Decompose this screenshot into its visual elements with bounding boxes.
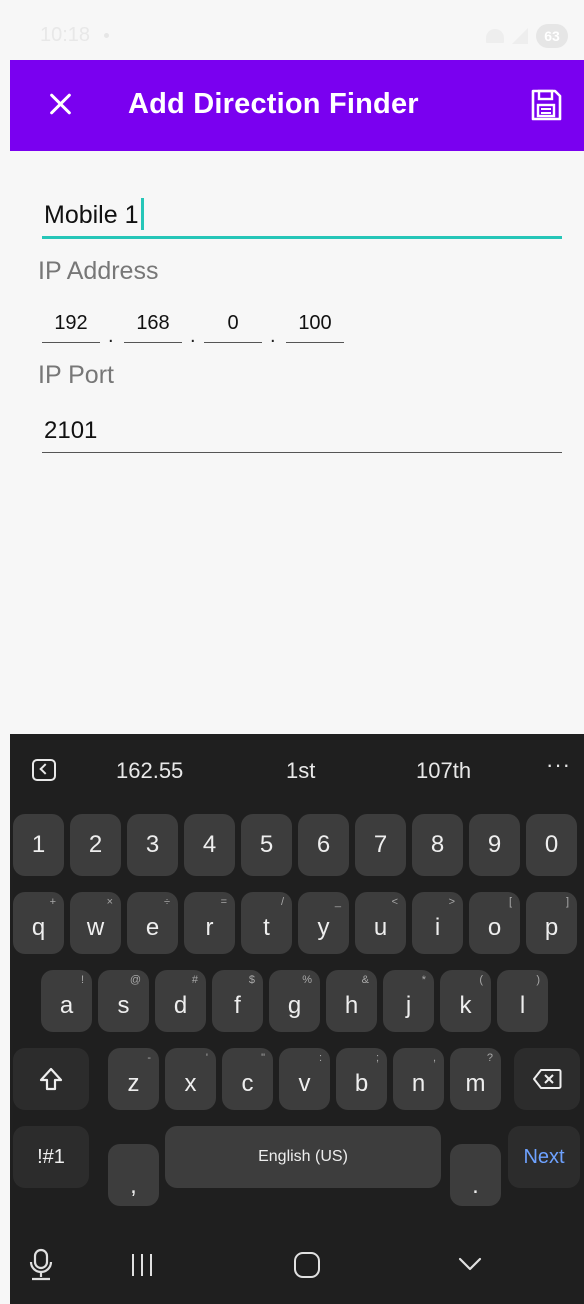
key-k[interactable]: (k <box>440 970 491 1032</box>
ip-separator: . <box>190 325 196 347</box>
key-q[interactable]: + q <box>13 892 64 954</box>
backspace-key[interactable] <box>514 1048 580 1110</box>
ip-octet-4[interactable]: 100 <box>286 309 344 343</box>
key-t[interactable]: / t <box>241 892 292 954</box>
text-cursor <box>140 198 144 231</box>
key-0[interactable]: 0 <box>526 814 577 876</box>
collapse-keyboard-icon[interactable] <box>32 759 56 781</box>
key-w[interactable]: × w <box>70 892 121 954</box>
key-z[interactable]: -z <box>108 1048 159 1110</box>
notification-dot-icon <box>104 33 109 38</box>
key-j[interactable]: * j <box>383 970 434 1032</box>
ip-separator: . <box>270 325 276 347</box>
key-6[interactable]: 6 <box>298 814 349 876</box>
key-s[interactable]: @ s <box>98 970 149 1032</box>
signal-icon <box>512 28 528 44</box>
wifi-icon <box>486 29 504 43</box>
ip-port-field[interactable]: 2101 <box>42 411 562 453</box>
key-7[interactable]: 7 <box>355 814 406 876</box>
space-key[interactable]: English (US) <box>165 1126 441 1188</box>
comma-key[interactable]: , <box>108 1144 159 1206</box>
home-icon[interactable] <box>294 1252 320 1278</box>
ip-address-label: IP Address <box>38 257 159 285</box>
key-y[interactable]: _ y <box>298 892 349 954</box>
app-bar: Add Direction Finder <box>10 60 584 151</box>
symbols-key[interactable]: !#1 <box>13 1126 89 1188</box>
key-m[interactable]: ? m <box>450 1048 501 1110</box>
key-g[interactable]: % g <box>269 970 320 1032</box>
period-key[interactable]: . <box>450 1144 501 1206</box>
key-n[interactable]: ,n <box>393 1048 444 1110</box>
name-field[interactable]: Mobile 1 <box>42 191 562 239</box>
save-icon[interactable] <box>529 88 563 122</box>
navigation-bar <box>10 1230 584 1304</box>
page-title: Add Direction Finder <box>128 88 419 120</box>
ip-octet-3[interactable]: 0 <box>204 309 262 343</box>
key-h[interactable]: & h <box>326 970 377 1032</box>
microphone-icon[interactable] <box>26 1248 56 1282</box>
key-r[interactable]: = r <box>184 892 235 954</box>
key-f[interactable]: $ f <box>212 970 263 1032</box>
key-c[interactable]: " c <box>222 1048 273 1110</box>
key-3[interactable]: 3 <box>127 814 178 876</box>
key-4[interactable]: 4 <box>184 814 235 876</box>
status-time: 10:18 <box>40 24 91 46</box>
suggestion-bar: 162.55 1st 107th ··· <box>10 734 584 806</box>
next-key[interactable]: Next <box>508 1126 580 1188</box>
shift-icon <box>39 1067 63 1091</box>
key-8[interactable]: 8 <box>412 814 463 876</box>
suggestion-item[interactable]: 1st <box>286 758 315 784</box>
status-icons: 63 <box>486 24 568 48</box>
name-field-value: Mobile 1 <box>44 198 144 231</box>
ip-octet-1[interactable]: 192 <box>42 309 100 343</box>
key-v[interactable]: :v <box>279 1048 330 1110</box>
ip-octet-2[interactable]: 168 <box>124 309 182 343</box>
ip-port-label: IP Port <box>38 361 114 389</box>
more-options-icon[interactable]: ··· <box>546 752 571 778</box>
status-bar: 10:18 63 <box>0 0 584 60</box>
key-9[interactable]: 9 <box>469 814 520 876</box>
key-b[interactable]: ; b <box>336 1048 387 1110</box>
keyboard: 162.55 1st 107th ··· 1 2 3 4 5 6 7 8 9 0… <box>10 734 584 1304</box>
suggestion-item[interactable]: 107th <box>416 758 471 784</box>
shift-key[interactable] <box>13 1048 89 1110</box>
key-p[interactable]: ] p <box>526 892 577 954</box>
key-5[interactable]: 5 <box>241 814 292 876</box>
battery-icon: 63 <box>536 24 568 48</box>
ip-port-value: 2101 <box>44 417 98 444</box>
key-x[interactable]: ' x <box>165 1048 216 1110</box>
key-e[interactable]: ÷ e <box>127 892 178 954</box>
suggestion-item[interactable]: 162.55 <box>116 758 183 784</box>
ip-separator: . <box>108 325 114 347</box>
key-d[interactable]: # d <box>155 970 206 1032</box>
key-l[interactable]: ) l <box>497 970 548 1032</box>
key-u[interactable]: < u <box>355 892 406 954</box>
close-icon[interactable] <box>44 88 76 120</box>
backspace-icon <box>533 1069 562 1089</box>
key-a[interactable]: ! a <box>41 970 92 1032</box>
back-icon[interactable] <box>458 1252 482 1276</box>
key-2[interactable]: 2 <box>70 814 121 876</box>
key-i[interactable]: > i <box>412 892 463 954</box>
recents-icon[interactable] <box>130 1254 154 1276</box>
key-1[interactable]: 1 <box>13 814 64 876</box>
key-o[interactable]: [o <box>469 892 520 954</box>
